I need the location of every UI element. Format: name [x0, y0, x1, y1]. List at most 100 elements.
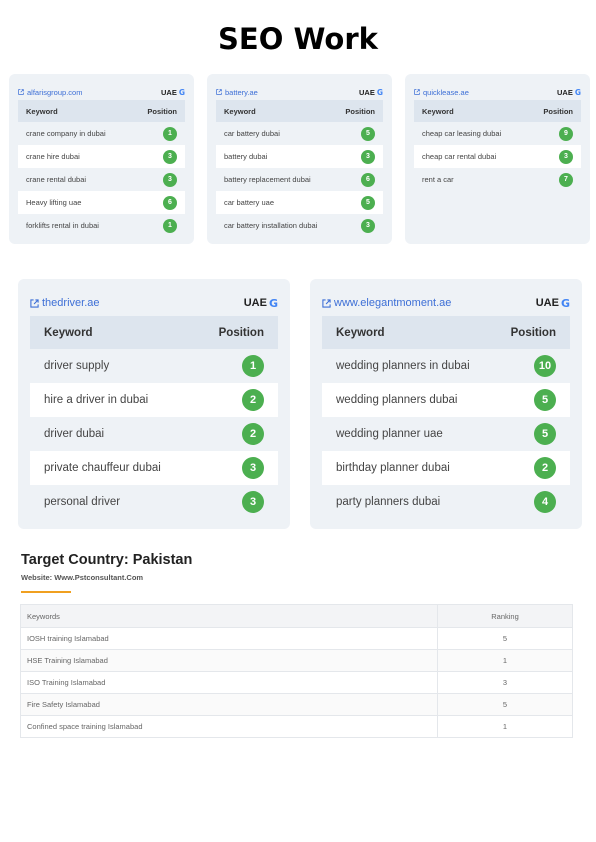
- col-ranking: Ranking: [491, 611, 519, 621]
- col-position: Position: [345, 106, 375, 116]
- site-link[interactable]: battery.ae: [216, 88, 258, 97]
- accent-divider: [21, 591, 71, 593]
- col-keywords: Keywords: [21, 605, 438, 627]
- keyword-cell: battery replacement dubai: [224, 175, 311, 184]
- google-icon: G: [268, 296, 278, 310]
- table-row: forklifts rental in dubai 1: [18, 214, 185, 237]
- card-header: battery.ae UAE G: [216, 86, 383, 98]
- table-row: rent a car 7: [414, 168, 581, 191]
- table-row: car battery uae 5: [216, 191, 383, 214]
- keyword-cell: party planners dubai: [336, 496, 441, 508]
- site-name[interactable]: battery.ae: [225, 88, 258, 97]
- table-row: cheap car rental dubai 3: [414, 145, 581, 168]
- keyword-cell: IOSH training Islamabad: [21, 628, 438, 649]
- position-badge: 4: [534, 491, 556, 513]
- table-row: Fire Safety Islamabad 5: [20, 694, 573, 716]
- keyword-cell: private chauffeur dubai: [44, 462, 161, 474]
- pakistan-title: Target Country: Pakistan: [21, 552, 193, 568]
- site-link[interactable]: quicklease.ae: [414, 88, 469, 97]
- external-link-icon: [322, 298, 331, 308]
- table-header: Keywords Ranking: [20, 604, 573, 628]
- table-header: Keyword Position: [30, 316, 278, 349]
- keyword-cell: ISO Training Islamabad: [21, 672, 438, 693]
- site-name[interactable]: thedriver.ae: [42, 297, 99, 309]
- col-keyword: Keyword: [224, 106, 256, 116]
- keyword-cell: wedding planners in dubai: [336, 360, 470, 372]
- google-icon: G: [574, 87, 581, 97]
- table-row: battery replacement dubai 6: [216, 168, 383, 191]
- ranking-cell: 3: [502, 678, 508, 687]
- site-link[interactable]: alfarisgroup.com: [18, 88, 82, 97]
- keyword-cell: cheap car leasing dubai: [422, 129, 502, 138]
- google-icon: G: [178, 87, 185, 97]
- site-name[interactable]: www.elegantmoment.ae: [334, 297, 451, 309]
- card-header: quicklease.ae UAE G: [414, 86, 581, 98]
- external-link-icon: [414, 89, 420, 95]
- position-badge: 3: [559, 149, 573, 164]
- table-row: car battery dubai 5: [216, 122, 383, 145]
- card-header: alfarisgroup.com UAE G: [18, 86, 185, 98]
- keyword-cell: Heavy lifting uae: [26, 198, 82, 207]
- col-keyword: Keyword: [336, 326, 385, 339]
- card-header: www.elegantmoment.ae UAE G: [322, 295, 570, 311]
- position-badge: 3: [361, 218, 375, 233]
- keyword-cell: HSE Training Islamabad: [21, 650, 438, 671]
- keyword-cell: Confined space training Islamabad: [21, 716, 438, 737]
- position-badge: 5: [361, 195, 375, 210]
- table-row: crane company in dubai 1: [18, 122, 185, 145]
- table-row: battery dubai 3: [216, 145, 383, 168]
- position-badge: 5: [534, 389, 556, 411]
- position-badge: 3: [163, 172, 177, 187]
- external-link-icon: [216, 89, 222, 95]
- table-row: wedding planner uae 5: [322, 417, 570, 451]
- keyword-cell: driver supply: [44, 360, 110, 372]
- keyword-cell: rent a car: [422, 175, 454, 184]
- table-row: birthday planner dubai 2: [322, 451, 570, 485]
- table-row: party planners dubai 4: [322, 485, 570, 519]
- keyword-cell: crane hire dubai: [26, 152, 80, 161]
- position-badge: 2: [242, 423, 264, 445]
- keyword-card-battery: battery.ae UAE G Keyword Position car batt…: [207, 74, 392, 244]
- col-keyword: Keyword: [26, 106, 58, 116]
- site-name[interactable]: alfarisgroup.com: [27, 88, 82, 97]
- region-label: UAE G: [536, 297, 570, 310]
- google-icon: G: [560, 296, 570, 310]
- keyword-cell: crane company in dubai: [26, 129, 106, 138]
- keyword-cell: cheap car rental dubai: [422, 152, 497, 161]
- keyword-cell: driver dubai: [44, 428, 105, 440]
- keyword-card-quicklease: quicklease.ae UAE G Keyword Position cheap…: [405, 74, 590, 244]
- region-label: UAE G: [557, 88, 581, 97]
- position-badge: 5: [361, 126, 375, 141]
- ranking-cell: 5: [502, 700, 508, 709]
- col-position: Position: [218, 326, 264, 339]
- col-keyword: Keyword: [44, 326, 93, 339]
- position-badge: 2: [534, 457, 556, 479]
- keyword-card-elegantmoment: www.elegantmoment.ae UAE G Keyword Positio…: [310, 279, 582, 529]
- table-row: HSE Training Islamabad 1: [20, 650, 573, 672]
- table-row: car battery installation dubai 3: [216, 214, 383, 237]
- col-position: Position: [510, 326, 556, 339]
- keyword-cell: car battery dubai: [224, 129, 280, 138]
- ranking-cell: 1: [502, 656, 508, 665]
- position-badge: 3: [163, 149, 177, 164]
- google-icon: G: [376, 87, 383, 97]
- page-title: SEO Work: [218, 22, 378, 56]
- keyword-cell: crane rental dubai: [26, 175, 87, 184]
- table-header: Keyword Position: [18, 100, 185, 122]
- ranking-cell: 5: [502, 634, 508, 643]
- site-link[interactable]: www.elegantmoment.ae: [322, 297, 451, 309]
- position-badge: 7: [559, 172, 573, 187]
- col-position: Position: [543, 106, 573, 116]
- table-row: cheap car leasing dubai 9: [414, 122, 581, 145]
- position-badge: 1: [242, 355, 264, 377]
- region-text: UAE: [243, 297, 267, 309]
- table-header: Keyword Position: [414, 100, 581, 122]
- keyword-cell: car battery installation dubai: [224, 221, 318, 230]
- keyword-cell: wedding planner uae: [336, 428, 443, 440]
- site-name[interactable]: quicklease.ae: [423, 88, 469, 97]
- table-header: Keyword Position: [216, 100, 383, 122]
- site-link[interactable]: thedriver.ae: [30, 297, 99, 309]
- keyword-cell: birthday planner dubai: [336, 462, 450, 474]
- table-row: hire a driver in dubai 2: [30, 383, 278, 417]
- external-link-icon: [18, 89, 24, 95]
